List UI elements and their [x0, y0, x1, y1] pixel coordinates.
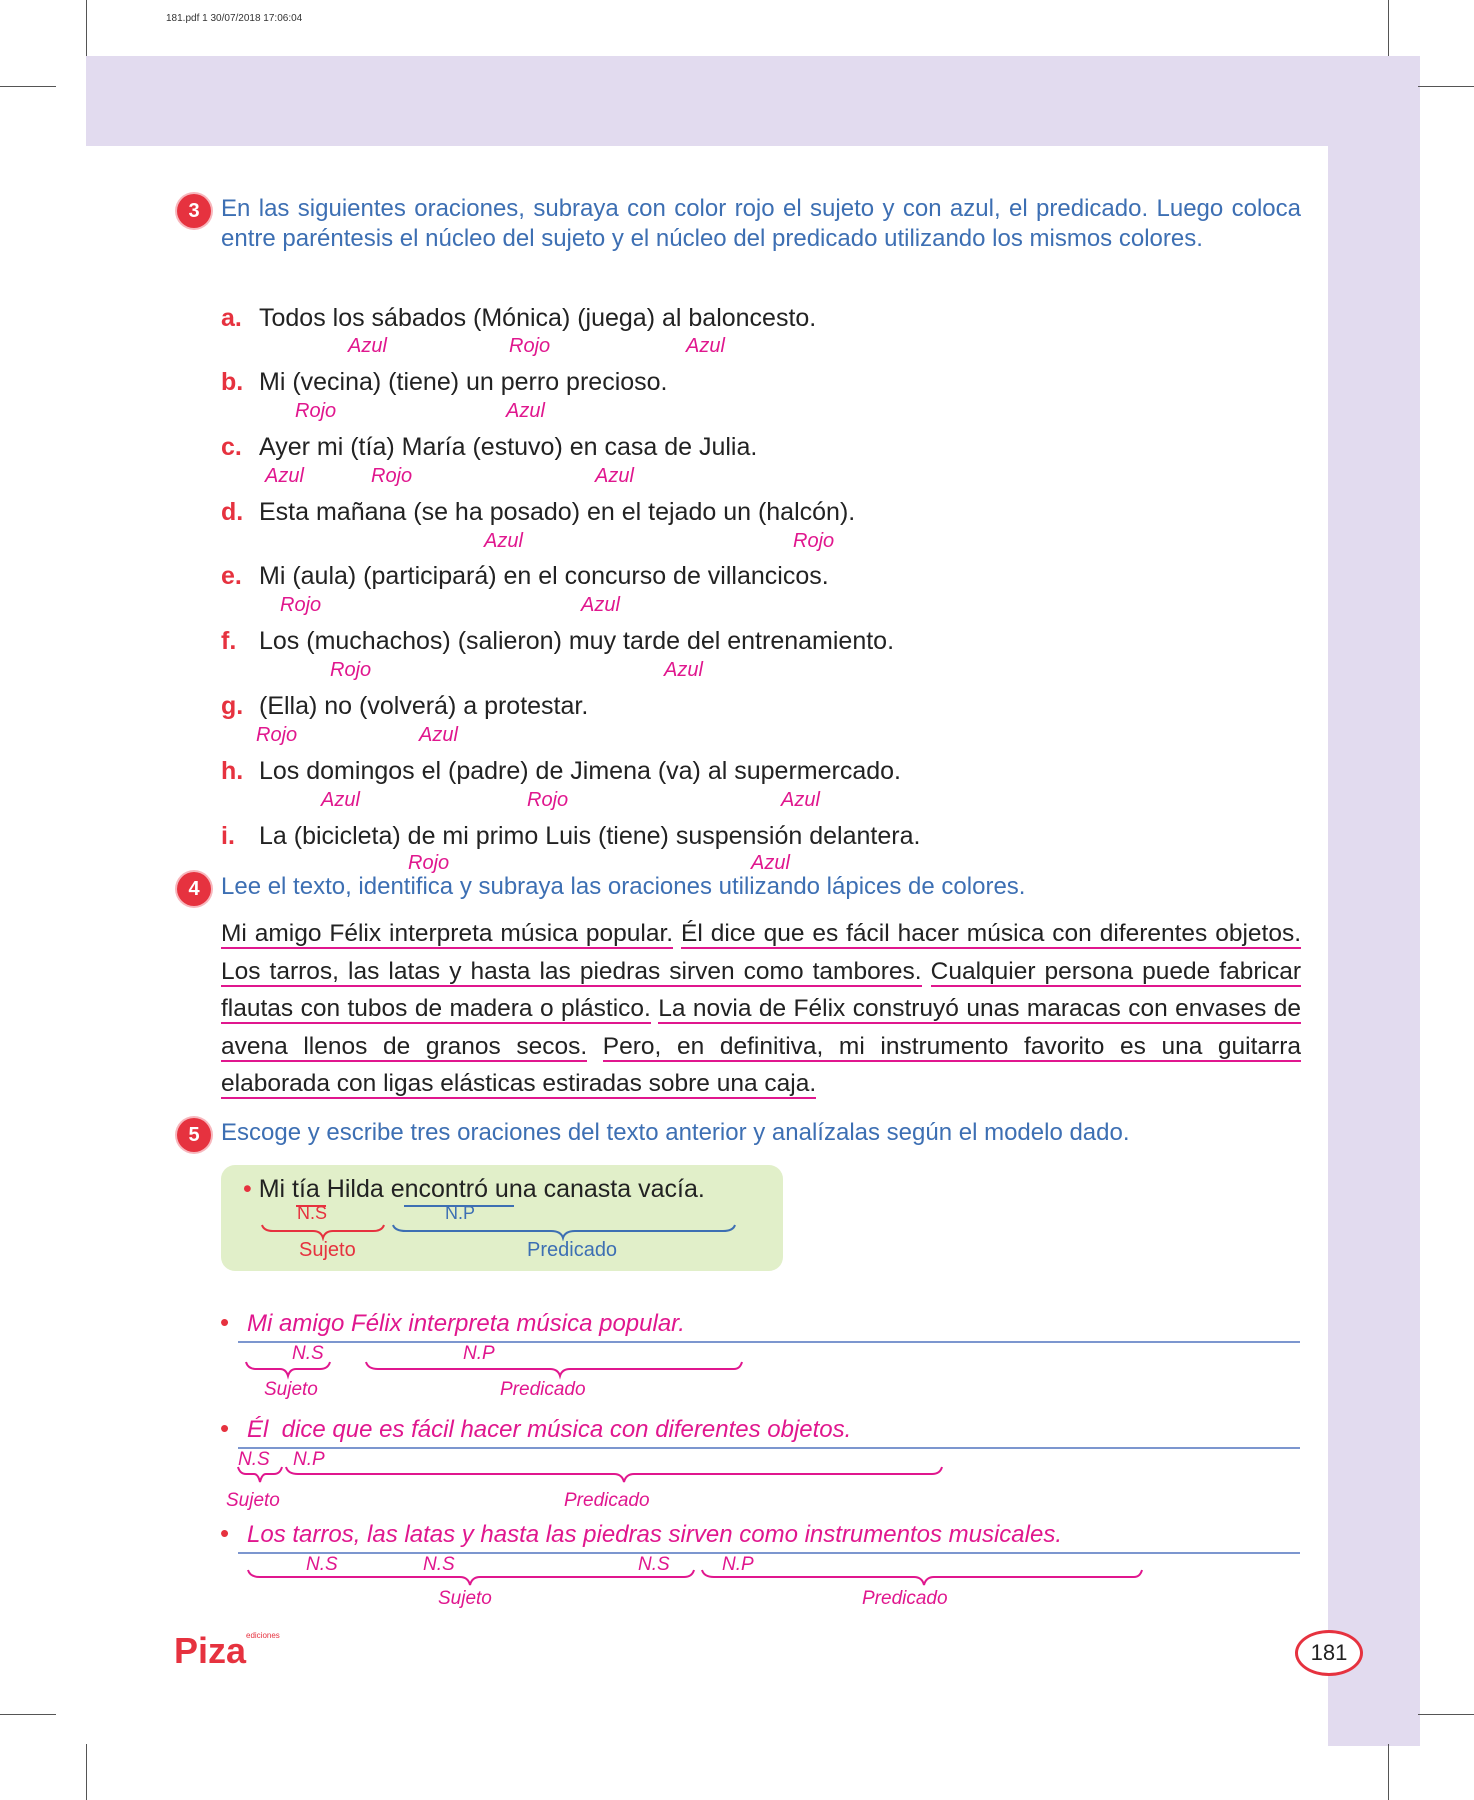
sentence: Los tarros, las latas y hasta las piedra… — [221, 957, 922, 987]
answer-line — [238, 1447, 1300, 1449]
annotation: Azul — [484, 530, 523, 552]
bullet-icon: • — [220, 1413, 230, 1443]
exercise-3-number: 3 — [177, 194, 211, 228]
annotation: Rojo — [509, 335, 551, 357]
answer-sentence: Él dice que es fácil hacer música con di… — [247, 1416, 852, 1443]
annotation: Azul — [595, 465, 634, 487]
annotation: Azul — [664, 659, 703, 681]
model-sentence: • Mi tía Hilda encontró una canasta vací… — [243, 1175, 705, 1203]
reading-paragraph: Mi amigo Félix interpreta música popular… — [221, 915, 1302, 1103]
item-letter: g. — [221, 692, 244, 720]
annotation: Azul — [419, 724, 458, 746]
page-number: 181 — [1295, 1630, 1363, 1676]
item-sentence: Esta mañana (se ha posado) en el tejado … — [259, 498, 856, 526]
answer-sentence: Los tarros, las latas y hasta las piedra… — [247, 1521, 1063, 1548]
annotation: Azul — [781, 789, 820, 811]
brace-icon — [237, 1466, 943, 1483]
exercise-4-instruction: Lee el texto, identifica y subraya las o… — [221, 873, 1026, 900]
item-letter: a. — [221, 304, 242, 332]
crop-mark — [1418, 1714, 1474, 1715]
predicate-label: Predicado — [564, 1490, 650, 1511]
publisher-logo-subtitle: ediciones — [246, 1631, 280, 1640]
item-sentence: Mi (vecina) (tiene) un perro precioso. — [259, 368, 668, 396]
subject-label: Sujeto — [299, 1239, 356, 1261]
header-band — [86, 56, 1420, 146]
item-letter: d. — [221, 498, 244, 526]
subject-label: Sujeto — [264, 1379, 318, 1400]
item-sentence: Todos los sábados (Mónica) (juega) al ba… — [259, 304, 817, 332]
bullet-icon: • — [220, 1307, 230, 1337]
publisher-logo: Piza — [174, 1630, 247, 1671]
answer-line — [238, 1552, 1300, 1554]
annotation: Azul — [506, 400, 545, 422]
item-letter: h. — [221, 757, 244, 785]
side-band — [1328, 56, 1420, 1746]
subject-label: Sujeto — [226, 1490, 280, 1511]
crop-mark — [86, 1744, 87, 1800]
crop-mark — [1388, 0, 1389, 56]
annotation: Rojo — [371, 465, 413, 487]
annotation: Rojo — [527, 789, 569, 811]
annotation: Rojo — [280, 594, 322, 616]
exercise-4-number: 4 — [177, 872, 211, 906]
bullet-icon: • — [220, 1518, 230, 1548]
item-letter: c. — [221, 433, 242, 461]
item-sentence: Mi (aula) (participará) en el concurso d… — [259, 562, 829, 590]
sentence: Él dice que es fácil hacer música con di… — [681, 920, 1302, 949]
exercise-5-number: 5 — [177, 1118, 211, 1152]
item-sentence: Los domingos el (padre) de Jimena (va) a… — [259, 757, 901, 785]
annotation: Rojo — [295, 400, 337, 422]
annotation: Azul — [581, 594, 620, 616]
annotation: Azul — [265, 465, 304, 487]
predicate-label: Predicado — [527, 1239, 618, 1261]
annotation: Rojo — [256, 724, 298, 746]
annotation: Rojo — [330, 659, 372, 681]
crop-mark — [1418, 86, 1474, 87]
sentence: Mi amigo Félix interpreta música popular… — [221, 920, 674, 949]
annotation: Azul — [686, 335, 725, 357]
crop-mark — [86, 0, 87, 56]
crop-mark — [1388, 1744, 1389, 1800]
item-sentence: (Ella) no (volverá) a protestar. — [259, 692, 589, 720]
pdf-info: 181.pdf 1 30/07/2018 17:06:04 — [166, 13, 303, 24]
predicate-label: Predicado — [500, 1379, 586, 1400]
model-example-box: • Mi tía Hilda encontró una canasta vací… — [221, 1165, 783, 1271]
brace-icon — [261, 1224, 736, 1241]
crop-mark — [0, 1714, 56, 1715]
item-letter: e. — [221, 562, 242, 590]
bullet-icon: • — [243, 1175, 252, 1203]
item-sentence: Los (muchachos) (salieron) muy tarde del… — [259, 627, 895, 655]
subject-label: Sujeto — [438, 1588, 492, 1609]
item-sentence: Ayer mi (tía) María (estuvo) en casa de … — [259, 433, 758, 461]
annotation: Azul — [348, 335, 387, 357]
predicate-label: Predicado — [862, 1588, 948, 1609]
exercise-3-instruction: En las siguientes oraciones, subraya con… — [221, 195, 1301, 252]
exercise-5-instruction: Escoge y escribe tres oraciones del text… — [221, 1119, 1130, 1146]
item-sentence: La (bicicleta) de mi primo Luis (tiene) … — [259, 822, 921, 850]
item-letter: f. — [221, 627, 237, 655]
item-letter: i. — [221, 822, 235, 850]
answer-sentence: Mi amigo Félix interpreta música popular… — [247, 1310, 685, 1337]
brace-icon — [245, 1361, 743, 1380]
brace-icon — [247, 1569, 1143, 1586]
answer-line — [238, 1341, 1300, 1343]
item-letter: b. — [221, 368, 244, 396]
annotation: Rojo — [793, 530, 835, 552]
annotation: Azul — [321, 789, 360, 811]
crop-mark — [0, 86, 56, 87]
